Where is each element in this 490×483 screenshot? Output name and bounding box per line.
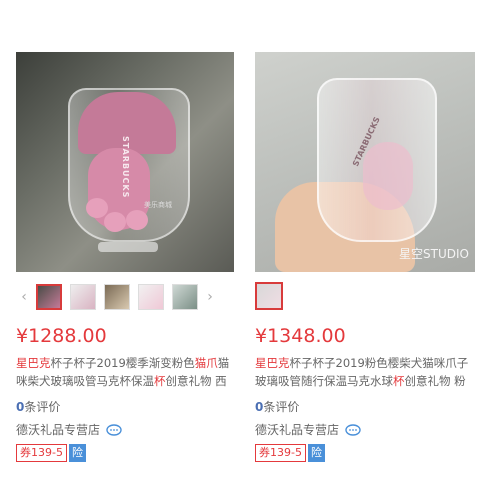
image-watermark: 美乐商城: [144, 201, 172, 209]
thumbnail[interactable]: [104, 284, 130, 310]
chat-bubble-icon[interactable]: [106, 423, 122, 436]
paw-toe: [86, 198, 108, 218]
cat-paw: [363, 142, 413, 210]
review-suffix: 条评价: [263, 400, 300, 414]
store-name[interactable]: 德沃礼品专营店: [255, 421, 339, 438]
image-watermark: 星空STUDIO: [399, 247, 469, 261]
paw-toe: [104, 212, 126, 232]
chevron-right-icon[interactable]: ›: [202, 289, 218, 305]
title-text: 创意礼物 粉: [404, 374, 466, 388]
title-text: 杯子杯子2019樱季渐变粉色: [50, 356, 195, 370]
product-image[interactable]: STARBUCKS 美乐商城: [16, 52, 234, 272]
product-title[interactable]: 星巴克杯子杯子2019樱季渐变粉色猫爪猫咪柴犬玻璃吸管马克杯保温杯创意礼物 西: [16, 354, 234, 390]
title-keyword: 星巴克: [16, 356, 51, 370]
product-price: ¥1348.00: [255, 325, 346, 347]
promo-tags: 券139-5 险: [255, 444, 475, 462]
chat-bubble-icon[interactable]: [345, 423, 361, 436]
review-count[interactable]: 0条评价: [255, 398, 475, 415]
chevron-left-icon[interactable]: ‹: [16, 289, 32, 305]
thumbnail-strip: ‹ ›: [16, 276, 234, 318]
coupon-badge[interactable]: 券139-5: [255, 444, 306, 462]
review-suffix: 条评价: [24, 400, 61, 414]
promo-tags: 券139-5 险: [16, 444, 234, 462]
title-keyword: 星巴克: [255, 356, 290, 370]
product-title[interactable]: 星巴克杯子杯子2019粉色樱柴犬猫咪爪子玻璃吸管随行保温马克水球杯创意礼物 粉: [255, 354, 475, 390]
product-card[interactable]: STARBUCKS 星空STUDIO ¥1348.00 星巴克杯子杯子2019粉…: [255, 52, 475, 462]
thumbnail[interactable]: [172, 284, 198, 310]
title-text: 创意礼物 西: [165, 374, 227, 388]
insurance-badge: 险: [307, 444, 325, 462]
store-row: 德沃礼品专营店: [255, 421, 475, 438]
brand-mark: STARBUCKS: [121, 136, 130, 199]
cup-base: [98, 242, 158, 252]
title-keyword: 杯: [393, 374, 405, 388]
store-row: 德沃礼品专营店: [16, 421, 234, 438]
title-keyword: 杯: [154, 374, 166, 388]
thumbnail[interactable]: [255, 282, 283, 310]
product-price: ¥1288.00: [16, 325, 107, 347]
thumbnail[interactable]: [138, 284, 164, 310]
paw-toe: [126, 210, 148, 230]
review-count[interactable]: 0条评价: [16, 398, 234, 415]
thumbnail[interactable]: [36, 284, 62, 310]
store-name[interactable]: 德沃礼品专营店: [16, 421, 100, 438]
title-keyword: 猫爪: [194, 356, 218, 370]
thumbnail-strip: [255, 276, 475, 318]
insurance-badge: 险: [68, 444, 86, 462]
thumbnail[interactable]: [70, 284, 96, 310]
product-image[interactable]: STARBUCKS 星空STUDIO: [255, 52, 475, 272]
coupon-badge[interactable]: 券139-5: [16, 444, 67, 462]
product-card[interactable]: STARBUCKS 美乐商城 ‹ › ¥1288.00 星巴克杯子杯子2019樱…: [16, 52, 234, 462]
